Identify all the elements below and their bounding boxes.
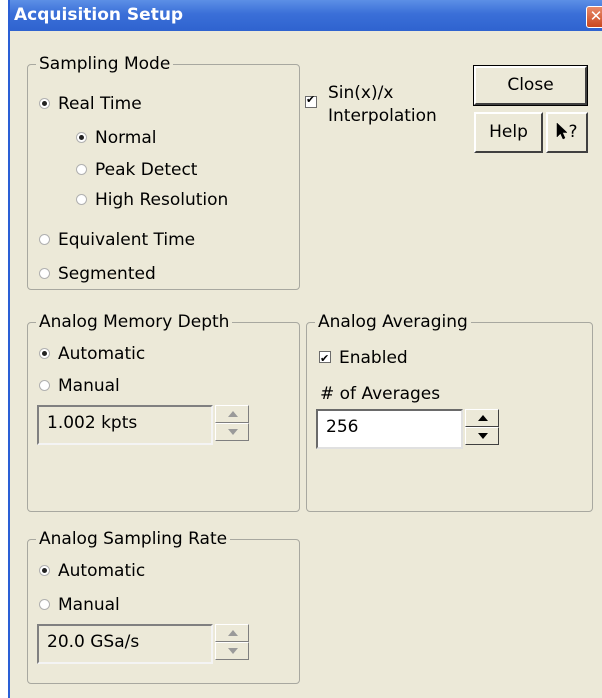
radio-peak-detect-indicator[interactable]: [76, 164, 87, 175]
radio-memory-manual-label: Manual: [58, 376, 120, 396]
title-bar: Acquisition Setup ✕: [10, 0, 602, 31]
sampling-rate-legend: Analog Sampling Rate: [36, 529, 231, 549]
radio-normal-label: Normal: [95, 128, 157, 148]
averaging-enabled-checkbox[interactable]: Enabled: [319, 347, 408, 370]
radio-segmented[interactable]: Segmented: [39, 263, 156, 285]
radio-rate-automatic-label: Automatic: [58, 561, 146, 581]
averaging-enabled-label: Enabled: [339, 348, 408, 368]
averages-spin-down[interactable]: [465, 427, 499, 445]
spin-down-icon: [228, 648, 238, 654]
radio-memory-manual-indicator[interactable]: [39, 380, 50, 391]
memory-depth-legend: Analog Memory Depth: [36, 312, 233, 332]
radio-rate-automatic-indicator[interactable]: [39, 565, 50, 576]
sampling-rate-field[interactable]: 20.0 GSa/s: [37, 624, 213, 664]
radio-memory-automatic-label: Automatic: [58, 344, 146, 364]
whats-this-question-mark: ?: [568, 122, 578, 142]
radio-rate-manual[interactable]: Manual: [39, 594, 120, 616]
radio-equivalent-time-label: Equivalent Time: [58, 230, 196, 250]
spin-down-icon: [478, 433, 488, 439]
spin-up-icon: [228, 630, 238, 636]
spin-up-icon: [228, 411, 238, 417]
radio-peak-detect-label: Peak Detect: [95, 160, 198, 180]
sampling-mode-legend: Sampling Mode: [36, 54, 174, 74]
radio-memory-automatic-indicator[interactable]: [39, 348, 50, 359]
radio-peak-detect[interactable]: Peak Detect: [76, 159, 197, 181]
radio-segmented-label: Segmented: [58, 264, 156, 284]
radio-normal-indicator[interactable]: [76, 132, 87, 143]
radio-real-time-indicator[interactable]: [39, 98, 50, 109]
interpolation-checkbox-box[interactable]: [305, 93, 317, 108]
sampling-rate-spinner[interactable]: [215, 624, 249, 660]
radio-memory-automatic[interactable]: Automatic: [39, 343, 145, 365]
memory-depth-field[interactable]: 1.002 kpts: [37, 405, 213, 445]
window-close-icon[interactable]: ✕: [586, 6, 602, 28]
acquisition-setup-dialog: Acquisition Setup ✕ Sampling Mode Real T…: [8, 0, 602, 698]
help-button[interactable]: Help: [474, 112, 543, 153]
radio-rate-automatic[interactable]: Automatic: [39, 560, 145, 582]
memory-depth-spin-up[interactable]: [215, 405, 249, 423]
averages-count-spinner[interactable]: [465, 409, 499, 445]
radio-equivalent-time[interactable]: Equivalent Time: [39, 229, 195, 251]
radio-real-time-label: Real Time: [58, 94, 142, 114]
memory-depth-spin-down[interactable]: [215, 423, 249, 441]
averages-spin-up[interactable]: [465, 409, 499, 427]
radio-segmented-indicator[interactable]: [39, 268, 50, 279]
spin-down-icon: [228, 429, 238, 435]
radio-high-resolution[interactable]: High Resolution: [76, 189, 228, 211]
radio-rate-manual-label: Manual: [58, 595, 120, 615]
interpolation-label-line1: Sin(x)/x: [328, 83, 394, 103]
sampling-rate-spin-up[interactable]: [215, 624, 249, 642]
radio-equivalent-time-indicator[interactable]: [39, 234, 50, 245]
radio-rate-manual-indicator[interactable]: [39, 599, 50, 610]
averages-count-input[interactable]: 256: [316, 409, 463, 449]
radio-high-resolution-label: High Resolution: [95, 190, 229, 210]
averaging-legend: Analog Averaging: [315, 312, 471, 332]
radio-normal[interactable]: Normal: [76, 127, 157, 149]
arrow-pointer-icon: [557, 122, 569, 140]
window-title: Acquisition Setup: [14, 5, 184, 25]
whats-this-button[interactable]: ?: [546, 112, 588, 153]
close-button[interactable]: Close: [473, 65, 588, 106]
interpolation-label-line2: Interpolation: [328, 106, 437, 126]
memory-depth-spinner[interactable]: [215, 405, 249, 441]
sampling-rate-spin-down[interactable]: [215, 642, 249, 660]
averages-count-label: # of Averages: [320, 384, 441, 404]
radio-high-resolution-indicator[interactable]: [76, 194, 87, 205]
spin-up-icon: [478, 415, 488, 421]
averaging-enabled-box[interactable]: [319, 348, 331, 370]
radio-memory-manual[interactable]: Manual: [39, 375, 120, 397]
sampling-mode-group: Sampling Mode Real Time Normal Peak Dete…: [27, 54, 300, 290]
radio-real-time[interactable]: Real Time: [39, 93, 142, 115]
